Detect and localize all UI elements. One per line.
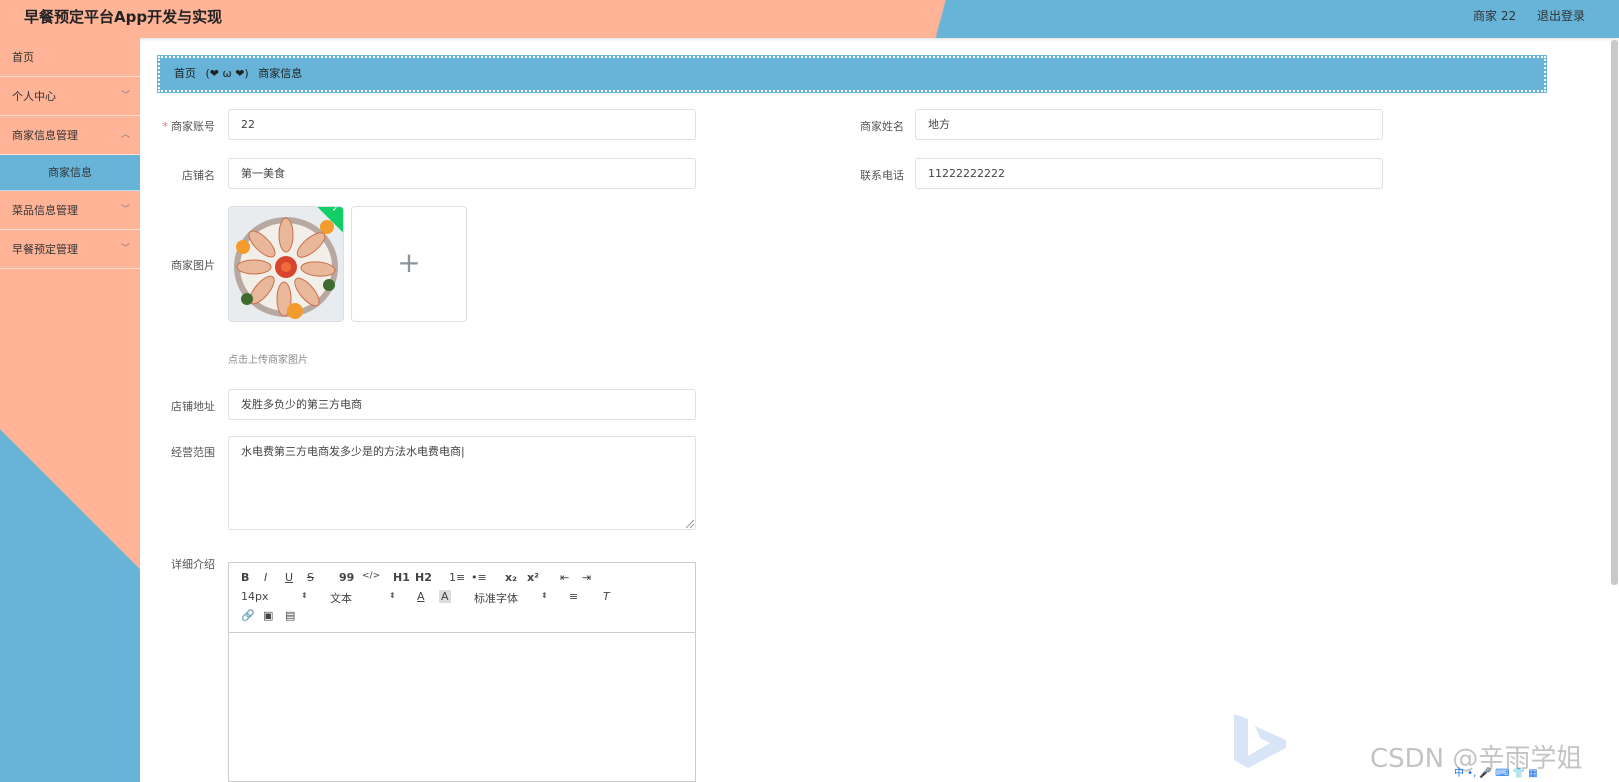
phone-input[interactable]: 11222222222 (915, 158, 1383, 189)
sidebar-item-booking-management[interactable]: 早餐预定管理 ﹀ (0, 230, 140, 269)
code-block-button[interactable]: </> (362, 571, 380, 581)
sidebar-item-merchant-management[interactable]: 商家信息管理 ︿ (0, 116, 140, 155)
merchant-image-thumbnail[interactable]: ✓ (228, 206, 344, 322)
address-label: 店铺地址 (171, 400, 215, 413)
top-header: 早餐预定平台App开发与实现 商家 22 退出登录 (0, 0, 1619, 38)
name-input[interactable]: 地方 (915, 109, 1383, 140)
italic-button[interactable]: I (264, 571, 267, 584)
check-icon: ✓ (331, 206, 340, 215)
ime-tray: 中 •, 🎤 ⌨ 👕 ▦ (1454, 768, 1538, 779)
sidebar-item-dish-management[interactable]: 菜品信息管理 ﹀ (0, 191, 140, 230)
main-content: 首页 (❤ ω ❤) 商家信息 * 商家账号 22 商家姓名 地方 店铺名 第一美… (140, 38, 1619, 782)
video-icon[interactable]: ▤ (285, 609, 295, 622)
plus-icon: + (397, 246, 421, 279)
account-label: * 商家账号 (162, 120, 216, 133)
sidebar: 首页 个人中心 ﹀ 商家信息管理 ︿ 商家信息 菜品信息管理 ﹀ 早餐预定管理 … (0, 38, 140, 782)
detail-label: 详细介绍 (171, 558, 215, 571)
scope-label: 经营范围 (171, 446, 215, 459)
bing-logo-icon (1234, 714, 1286, 768)
rich-text-editor: B I U S 99 </> H1 H2 1≡ •≡ x₂ x² ⇤ ⇥ 14p… (228, 562, 696, 782)
current-user: 商家 22 (1473, 9, 1517, 23)
indent-button[interactable]: ⇥ (582, 571, 591, 584)
shop-name-input[interactable]: 第一美食 (228, 158, 696, 189)
food-plate-image (229, 207, 343, 321)
sidebar-item-label: 早餐预定管理 (12, 243, 78, 256)
select-arrow-icon: ⬍ (389, 591, 396, 600)
sidebar-item-label: 首页 (12, 51, 34, 64)
superscript-button[interactable]: x² (527, 571, 539, 584)
sidebar-item-label: 商家信息 (48, 166, 92, 179)
select-arrow-icon: ⬍ (301, 591, 308, 600)
subscript-button[interactable]: x₂ (505, 571, 517, 584)
align-left-icon[interactable]: ≡ (569, 590, 578, 603)
text-style-select[interactable]: 文本 (330, 590, 352, 606)
breadcrumb-separator: (❤ ω ❤) (205, 67, 249, 80)
link-icon[interactable]: 🔗 (241, 609, 255, 622)
strikethrough-button[interactable]: S (307, 571, 314, 584)
chevron-down-icon: ﹀ (120, 91, 130, 101)
shop-name-label: 店铺名 (182, 169, 215, 182)
ordered-list-button[interactable]: 1≡ (449, 571, 465, 584)
chevron-down-icon: ﹀ (120, 244, 130, 254)
blockquote-button[interactable]: 99 (339, 571, 354, 584)
editor-toolbar: B I U S 99 </> H1 H2 1≡ •≡ x₂ x² ⇤ ⇥ 14p… (229, 563, 695, 633)
page-scrollbar[interactable] (1611, 40, 1618, 585)
breadcrumb: 首页 (❤ ω ❤) 商家信息 (157, 55, 1547, 93)
breadcrumb-current: 商家信息 (258, 67, 303, 80)
chevron-up-icon: ︿ (120, 130, 130, 140)
background-color-icon[interactable]: A (439, 590, 451, 603)
sidebar-item-personal-center[interactable]: 个人中心 ﹀ (0, 77, 140, 116)
image-icon[interactable]: ▣ (263, 609, 273, 622)
bullet-list-button[interactable]: •≡ (471, 571, 487, 584)
font-color-icon[interactable]: A (417, 590, 425, 603)
logout-link[interactable]: 退出登录 (1537, 7, 1585, 24)
select-arrow-icon: ⬍ (541, 591, 548, 600)
phone-label: 联系电话 (860, 169, 904, 182)
scope-textarea[interactable]: 水电费第三方电商发多少是的方法水电费电商| (228, 436, 696, 530)
heading2-button[interactable]: H2 (415, 571, 432, 584)
sidebar-subitem-merchant-info[interactable]: 商家信息 (0, 155, 140, 191)
underline-button[interactable]: U (285, 571, 293, 584)
scope-text: 水电费第三方电商发多少是的方法水电费电商| (241, 445, 465, 458)
name-label: 商家姓名 (860, 120, 904, 133)
app-title: 早餐预定平台App开发与实现 (24, 8, 223, 26)
upload-image-button[interactable]: + (351, 206, 467, 322)
sidebar-item-home[interactable]: 首页 (0, 38, 140, 77)
chevron-down-icon: ﹀ (120, 205, 130, 215)
account-input[interactable]: 22 (228, 109, 696, 140)
sidebar-item-label: 个人中心 (12, 90, 56, 103)
resize-handle-icon[interactable] (686, 520, 694, 528)
bold-button[interactable]: B (241, 571, 249, 584)
sidebar-item-label: 商家信息管理 (12, 129, 78, 142)
heading1-button[interactable]: H1 (393, 571, 410, 584)
clear-format-icon[interactable]: T (603, 590, 610, 603)
breadcrumb-home[interactable]: 首页 (174, 67, 196, 80)
upload-tip: 点击上传商家图片 (228, 355, 308, 366)
font-family-select[interactable]: 标准字体 (474, 590, 518, 606)
font-size-select[interactable]: 14px (241, 590, 269, 603)
outdent-button[interactable]: ⇤ (560, 571, 569, 584)
image-label: 商家图片 (171, 259, 215, 272)
address-input[interactable]: 发胜多负少的第三方电商 (228, 389, 696, 420)
sidebar-item-label: 菜品信息管理 (12, 204, 78, 217)
